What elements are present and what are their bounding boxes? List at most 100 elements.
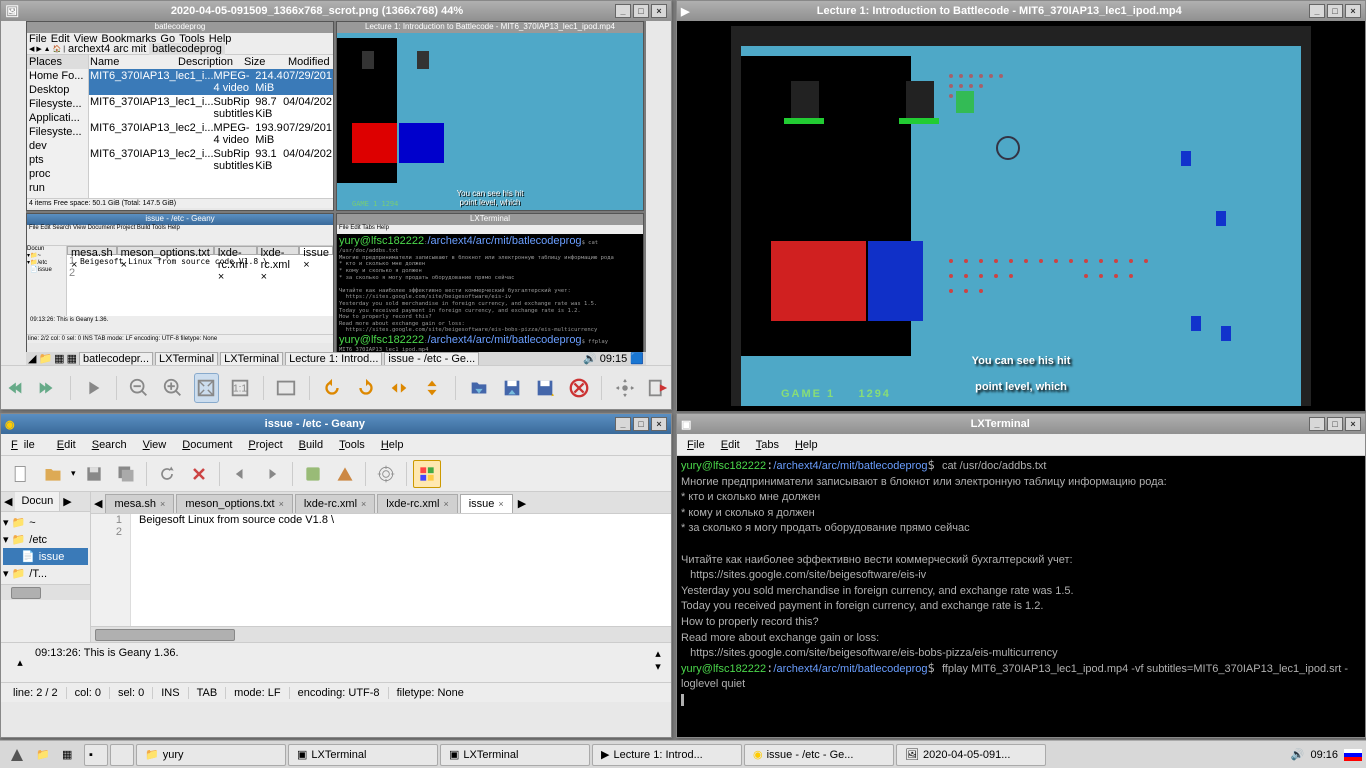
volume-icon[interactable]: 🔊	[1291, 748, 1305, 761]
zoom-in-button[interactable]	[160, 373, 185, 403]
task-item[interactable]: ◉ issue - /etc - Ge...	[744, 744, 894, 766]
code-editor[interactable]: 12 Beigesoft Linux from source code V1.8…	[91, 514, 671, 626]
quit-button[interactable]	[646, 373, 671, 403]
sidebar-tab-documents[interactable]: Docun	[15, 492, 60, 511]
start-menu-button[interactable]	[4, 744, 30, 766]
clock[interactable]: 09:16	[1310, 749, 1338, 761]
task-item[interactable]: ▣ LXTerminal	[440, 744, 590, 766]
minimize-all-button[interactable]: ▦	[58, 744, 82, 766]
close-button[interactable]: ×	[651, 417, 667, 431]
menu-file[interactable]: File	[681, 437, 711, 453]
terminal-content[interactable]: yury@lfsc182222:/archext4/arc/mit/batlec…	[677, 456, 1365, 737]
nav-back-button[interactable]	[226, 460, 254, 488]
tree-folder[interactable]: ▾ 📁 ~	[3, 514, 88, 531]
open-button[interactable]	[466, 373, 491, 403]
prev-image-button[interactable]	[1, 373, 26, 403]
save-button[interactable]	[80, 460, 108, 488]
tab-scroll-left[interactable]: ◀	[91, 494, 105, 513]
close-file-button[interactable]	[185, 460, 213, 488]
slideshow-button[interactable]	[81, 373, 106, 403]
geany-titlebar[interactable]: ◉ issue - /etc - Geany _ □ ×	[1, 414, 671, 434]
minimize-button[interactable]: _	[615, 4, 631, 18]
delete-button[interactable]	[566, 373, 591, 403]
run-button[interactable]	[372, 460, 400, 488]
maximize-button[interactable]: □	[1327, 417, 1343, 431]
menu-tabs[interactable]: Tabs	[750, 437, 785, 453]
code-content[interactable]: Beigesoft Linux from source code V1.8 \	[131, 514, 671, 626]
fullscreen-button[interactable]	[273, 373, 298, 403]
gpicview-titlebar[interactable]: 🖼 2020-04-05-091509_1366x768_scrot.png (…	[1, 1, 671, 21]
flip-h-button[interactable]	[386, 373, 411, 403]
maximize-button[interactable]: □	[1327, 4, 1343, 18]
zoom-fit-button[interactable]	[194, 373, 220, 403]
tree-folder[interactable]: ▾ 📁 /etc	[3, 531, 88, 548]
file-tab[interactable]: meson_options.txt×	[176, 494, 293, 513]
open-recent-dropdown[interactable]: ▾	[71, 468, 76, 479]
new-file-button[interactable]	[7, 460, 35, 488]
open-file-button[interactable]	[39, 460, 67, 488]
flip-v-button[interactable]	[420, 373, 445, 403]
arrow-right-icon[interactable]: ▶	[60, 492, 74, 511]
close-icon[interactable]: ×	[498, 499, 503, 509]
tab-scroll-right[interactable]: ▶	[515, 494, 529, 513]
editor-hscroll[interactable]	[91, 626, 671, 642]
minimize-button[interactable]: _	[615, 417, 631, 431]
save-as-button[interactable]	[533, 373, 558, 403]
file-tab[interactable]: mesa.sh×	[105, 494, 174, 513]
scroll-down-icon[interactable]: ▾	[655, 661, 661, 673]
menu-edit[interactable]: Edit	[51, 437, 82, 453]
zoom-out-button[interactable]	[127, 373, 152, 403]
terminal-menubar[interactable]: File Edit Tabs Help	[677, 434, 1365, 456]
task-item[interactable]: ▶ Lecture 1: Introd...	[592, 744, 742, 766]
maximize-button[interactable]: □	[633, 4, 649, 18]
nav-fwd-button[interactable]	[258, 460, 286, 488]
geany-menubar[interactable]: File Edit Search View Document Project B…	[1, 434, 671, 456]
next-image-button[interactable]	[34, 373, 59, 403]
menu-tools[interactable]: Tools	[333, 437, 371, 453]
file-manager-launcher[interactable]: 📁	[32, 744, 56, 766]
minimize-button[interactable]: _	[1309, 4, 1325, 18]
minimize-button[interactable]: _	[1309, 417, 1325, 431]
task-item[interactable]: ▣ LXTerminal	[288, 744, 438, 766]
tree-folder[interactable]: ▾ 📁 /T...	[3, 565, 88, 582]
preferences-button[interactable]	[612, 373, 637, 403]
menu-view[interactable]: View	[137, 437, 173, 453]
save-button[interactable]	[499, 373, 524, 403]
compile-button[interactable]	[299, 460, 327, 488]
reload-button[interactable]	[153, 460, 181, 488]
build-button[interactable]	[331, 460, 359, 488]
zoom-100-button[interactable]: 1:1	[227, 373, 252, 403]
close-button[interactable]: ×	[1345, 4, 1361, 18]
menu-edit[interactable]: Edit	[715, 437, 746, 453]
task-item[interactable]: 🖼 2020-04-05-091...	[896, 744, 1046, 766]
menu-search[interactable]: Search	[86, 437, 133, 453]
maximize-button[interactable]: □	[633, 417, 649, 431]
tree-file-issue[interactable]: 📄 issue	[3, 548, 88, 565]
menu-help[interactable]: Help	[789, 437, 824, 453]
workspace-2[interactable]	[110, 744, 134, 766]
menu-file[interactable]: File	[5, 437, 47, 453]
file-tab[interactable]: lxde-rc.xml×	[377, 494, 457, 513]
close-icon[interactable]: ×	[443, 499, 448, 509]
terminal-titlebar[interactable]: ▣ LXTerminal _ □ ×	[677, 414, 1365, 434]
menu-build[interactable]: Build	[293, 437, 329, 453]
close-icon[interactable]: ×	[279, 499, 284, 509]
menu-document[interactable]: Document	[176, 437, 238, 453]
close-button[interactable]: ×	[651, 4, 667, 18]
msg-collapse-icon[interactable]: ▴	[17, 656, 23, 669]
arrow-left-icon[interactable]: ◀	[1, 492, 15, 511]
keyboard-layout-icon[interactable]	[1344, 749, 1362, 761]
scroll-up-icon[interactable]: ▴	[655, 648, 661, 660]
save-all-button[interactable]	[112, 460, 140, 488]
file-tab[interactable]: lxde-rc.xml×	[295, 494, 375, 513]
menu-help[interactable]: Help	[375, 437, 410, 453]
file-tab-active[interactable]: issue×	[460, 494, 513, 513]
workspace-1[interactable]: ▪	[84, 744, 108, 766]
close-icon[interactable]: ×	[361, 499, 366, 509]
video-titlebar[interactable]: ▶ Lecture 1: Introduction to Battlecode …	[677, 1, 1365, 21]
color-picker-button[interactable]	[413, 460, 441, 488]
rotate-right-button[interactable]	[353, 373, 378, 403]
close-icon[interactable]: ×	[160, 499, 165, 509]
menu-project[interactable]: Project	[242, 437, 288, 453]
close-button[interactable]: ×	[1345, 417, 1361, 431]
